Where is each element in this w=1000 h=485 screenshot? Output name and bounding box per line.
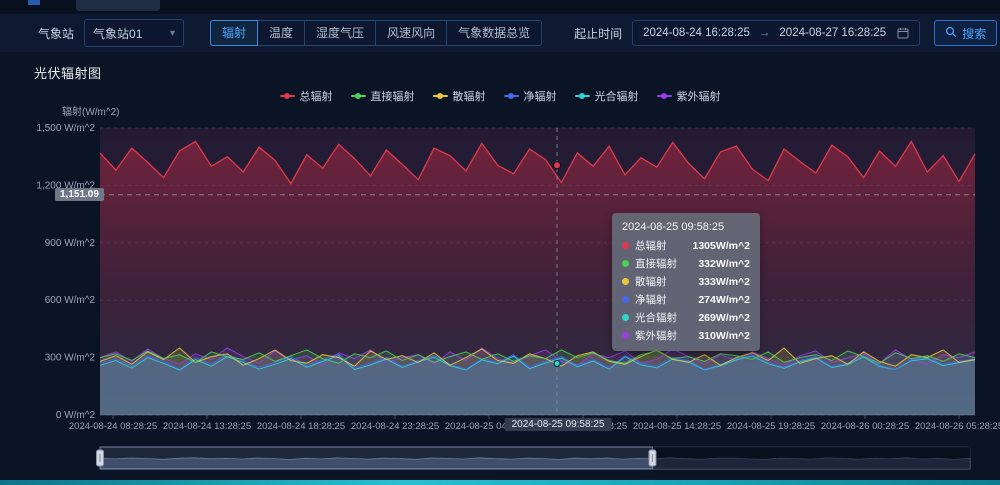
x-tick-label: 2024-08-24 18:28:25 [257, 421, 345, 432]
tooltip-series-name: 光合辐射 [635, 310, 677, 325]
radiation-chart: 0 W/m^2300 W/m^2600 W/m^2900 W/m^21,200 … [0, 0, 1000, 485]
chart-tooltip: 2024-08-25 09:58:25 总辐射 1305W/m^2 直接辐射 332W… [612, 213, 760, 351]
tooltip-row: 直接辐射 332W/m^2 [622, 256, 750, 271]
x-tick-label: 2024-08-24 23:28:25 [351, 421, 439, 432]
x-tick-label: 2024-08-25 19:28:25 [727, 421, 815, 432]
y-tick-label: 300 W/m^2 [45, 353, 96, 364]
x-tick-label: 2024-08-26 05:28:25 [915, 421, 1000, 432]
x-tick-label: 2024-08-24 13:28:25 [163, 421, 251, 432]
datazoom-dim-region [652, 447, 970, 469]
x-tick-label: 2024-08-26 00:28:25 [821, 421, 909, 432]
tooltip-row: 光合辐射 269W/m^2 [622, 310, 750, 325]
marker-value-label: 1,151.09 [55, 188, 104, 201]
y-tick-label: 600 W/m^2 [45, 295, 96, 306]
tooltip-series-value: 274W/m^2 [698, 294, 750, 306]
series-dot-icon [622, 314, 629, 321]
y-tick-label: 0 W/m^2 [56, 410, 96, 421]
tooltip-series-value: 333W/m^2 [698, 276, 750, 288]
series-dot-icon [622, 260, 629, 267]
axis-pointer-label: 2024-08-25 09:58:25 [505, 418, 612, 431]
tooltip-row: 总辐射 1305W/m^2 [622, 238, 750, 253]
series-dot-icon [622, 296, 629, 303]
tooltip-series-value: 1305W/m^2 [693, 240, 751, 252]
series-dot-icon [622, 332, 629, 339]
y-axis-name: 辐射(W/m^2) [62, 105, 119, 118]
app-root: 气象站 气象站01 ▾ 辐射温度湿度气压风速风向气象数据总览 起止时间 2024… [0, 0, 1000, 485]
series-dot-icon [622, 278, 629, 285]
x-tick-label: 2024-08-25 14:28:25 [633, 421, 721, 432]
tooltip-row: 紫外辐射 310W/m^2 [622, 328, 750, 343]
tooltip-row: 散辐射 333W/m^2 [622, 274, 750, 289]
tab-0[interactable]: 辐射 [210, 20, 258, 46]
tooltip-series-value: 332W/m^2 [698, 258, 750, 270]
tooltip-series-name: 散辐射 [635, 274, 667, 289]
tooltip-series-value: 310W/m^2 [698, 330, 750, 342]
bottom-accent-bar [0, 480, 1000, 485]
x-tick-label: 2024-08-24 08:28:25 [69, 421, 157, 432]
series-dot-icon [622, 242, 629, 249]
datazoom-window[interactable] [100, 447, 652, 469]
tooltip-rows: 总辐射 1305W/m^2 直接辐射 332W/m^2 散辐射 333W/m^2 净辐射 27… [622, 238, 750, 343]
tooltip-series-name: 净辐射 [635, 292, 667, 307]
tooltip-series-name: 总辐射 [635, 238, 667, 253]
y-tick-label: 1,500 W/m^2 [36, 123, 95, 134]
y-tick-label: 900 W/m^2 [45, 238, 96, 249]
tooltip-series-name: 直接辐射 [635, 256, 677, 271]
hover-point-total [554, 162, 561, 169]
hover-point-par [554, 361, 560, 367]
tooltip-title: 2024-08-25 09:58:25 [622, 221, 750, 233]
tooltip-row: 净辐射 274W/m^2 [622, 292, 750, 307]
tooltip-series-name: 紫外辐射 [635, 328, 677, 343]
tooltip-series-value: 269W/m^2 [698, 312, 750, 324]
